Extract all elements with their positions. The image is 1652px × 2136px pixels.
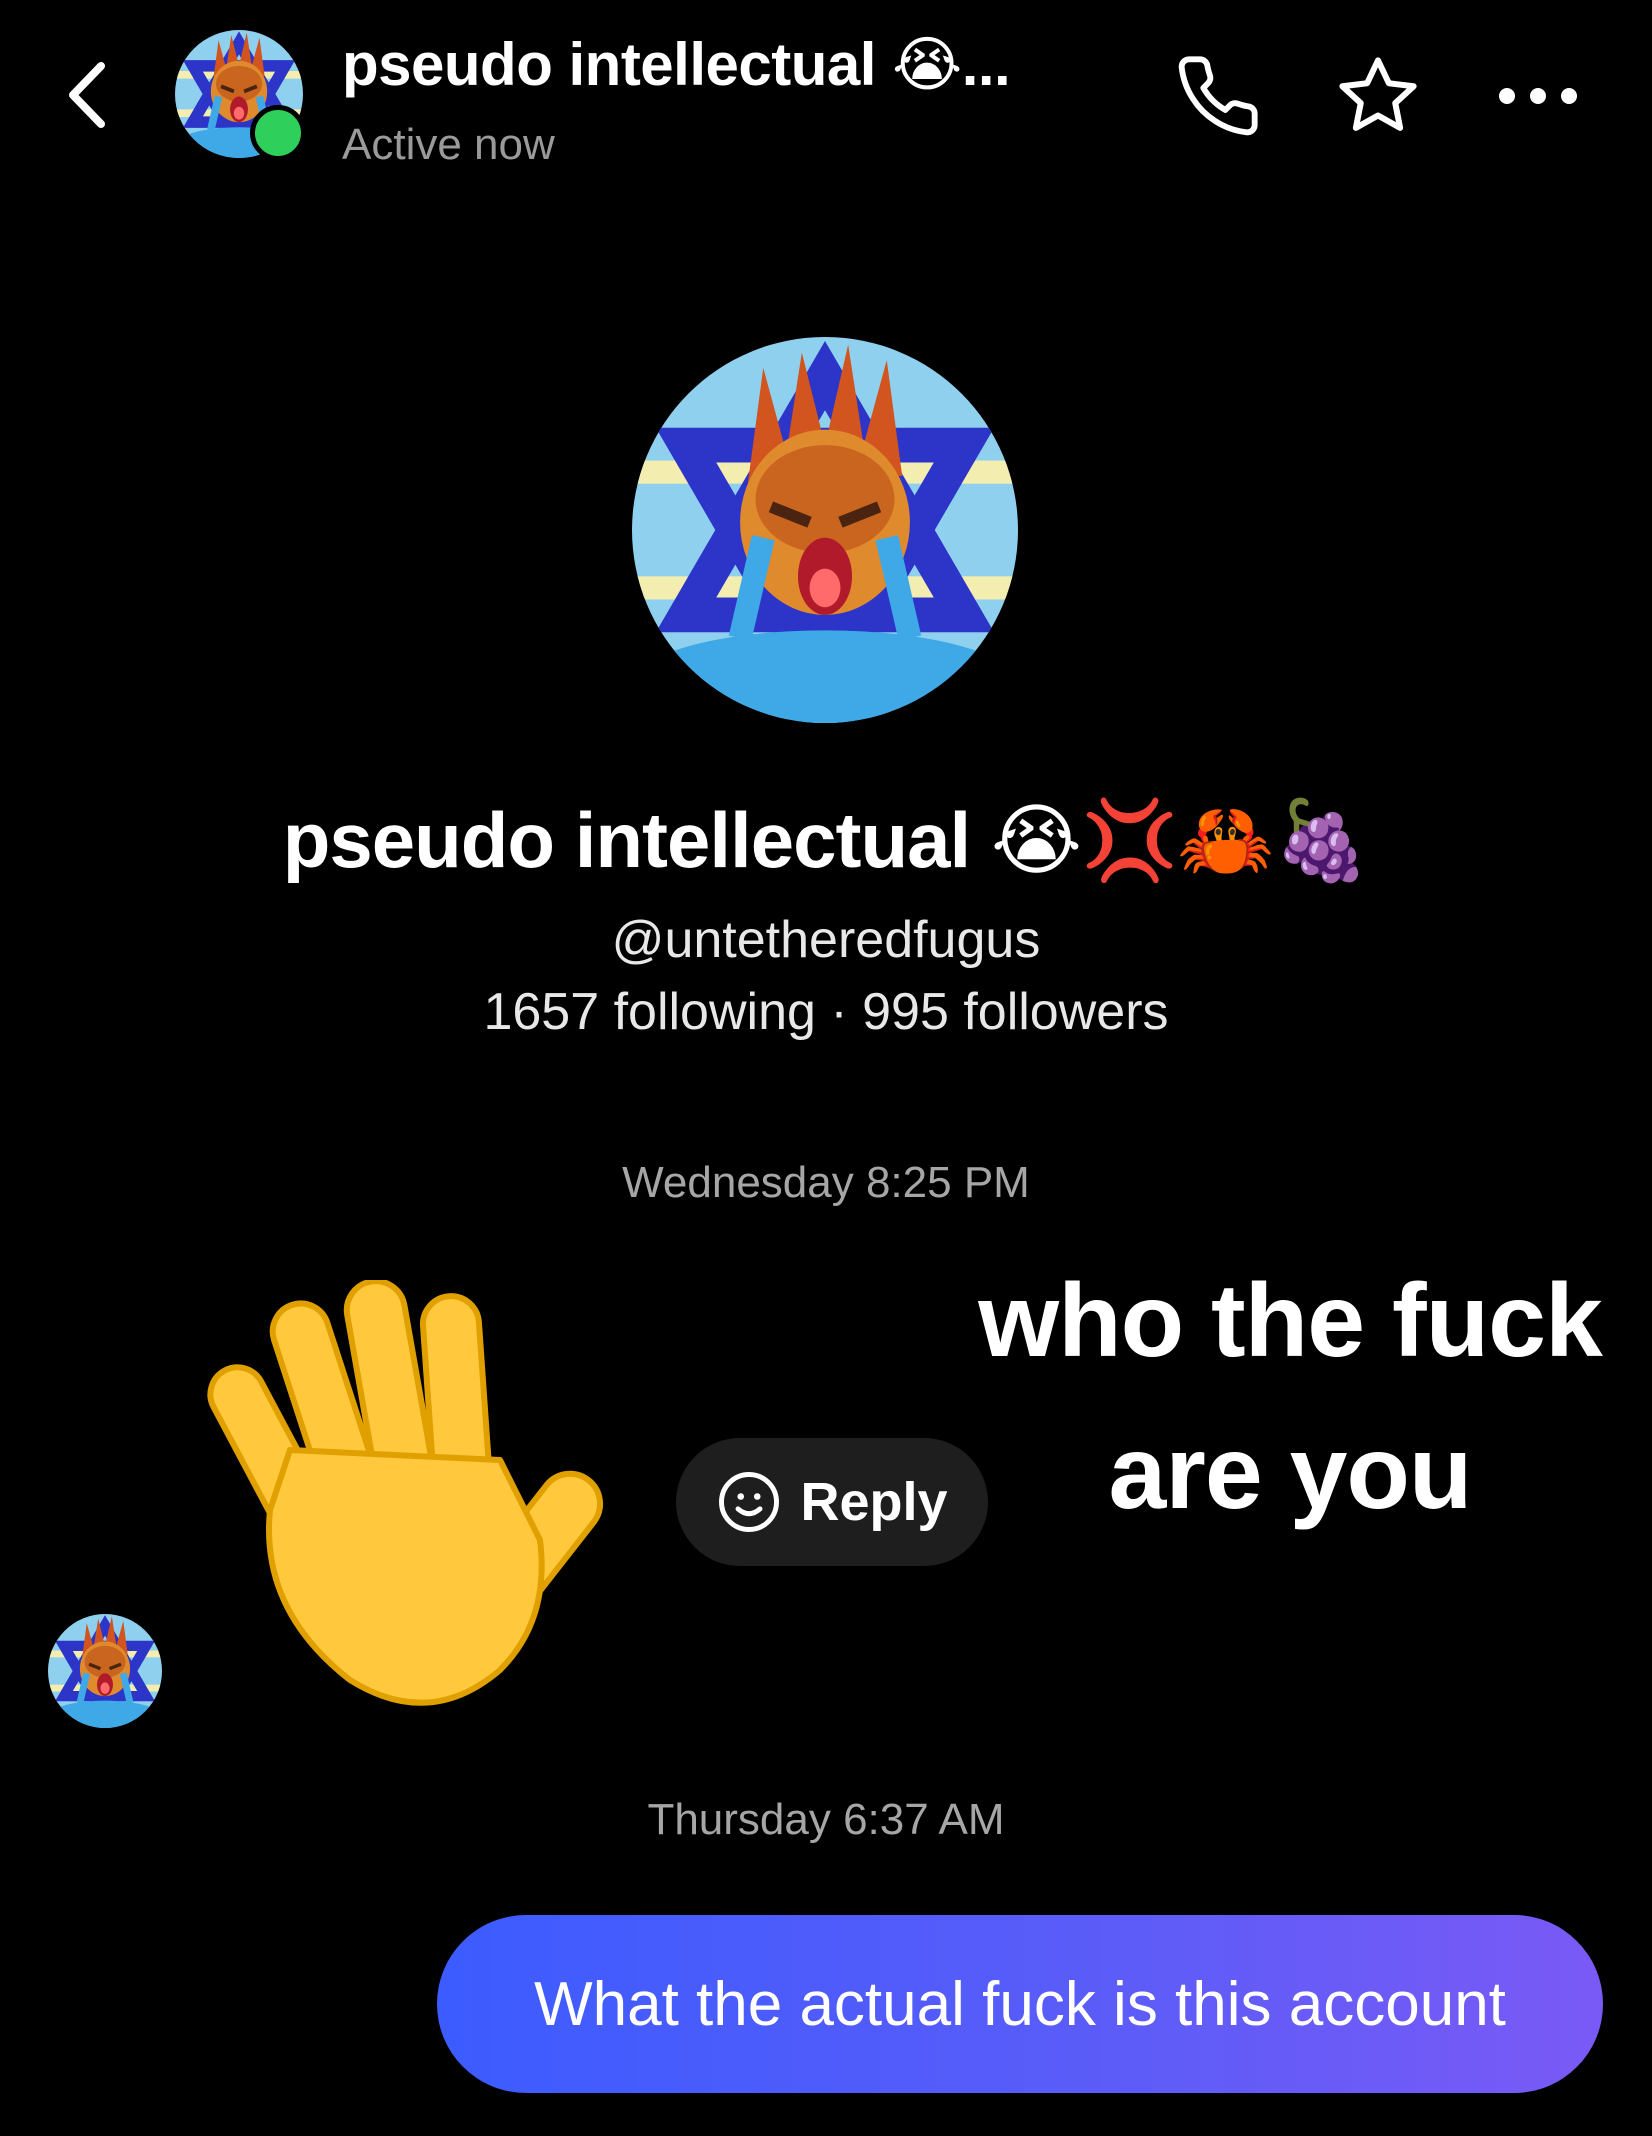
- overlay-caption: who the fuck are you: [978, 1263, 1603, 1531]
- sent-message-bubble[interactable]: What the actual fuck is this account: [437, 1915, 1603, 2093]
- message-timestamp: Wednesday 8:25 PM: [622, 1158, 1030, 1207]
- more-options-button[interactable]: [1490, 48, 1586, 144]
- sent-message-text: What the actual fuck is this account: [534, 1969, 1506, 2039]
- back-button[interactable]: [52, 50, 122, 140]
- call-button[interactable]: [1170, 48, 1266, 144]
- profile-stats: 1657 following · 995 followers: [483, 983, 1169, 1041]
- sender-avatar[interactable]: [48, 1614, 162, 1728]
- reply-label: Reply: [800, 1472, 948, 1532]
- reply-button[interactable]: Reply: [676, 1438, 988, 1566]
- online-status-dot: [250, 105, 306, 161]
- conversation-title[interactable]: pseudo intellectual 😭...: [342, 30, 1082, 100]
- profile-name: pseudo intellectual 😭💢🦀🍇: [282, 796, 1371, 884]
- profile-avatar[interactable]: [632, 337, 1018, 723]
- active-status: Active now: [342, 120, 555, 169]
- phone-icon: [1178, 56, 1258, 136]
- wave-emoji-message[interactable]: [200, 1278, 630, 1720]
- smiley-icon: [719, 1472, 780, 1532]
- message-timestamp: Thursday 6:37 AM: [647, 1795, 1005, 1844]
- more-horizontal-icon: [1499, 88, 1577, 104]
- favorite-button[interactable]: [1330, 48, 1426, 144]
- star-icon: [1339, 57, 1417, 131]
- profile-handle: @untetheredfugus: [611, 911, 1041, 969]
- chevron-left-icon: [69, 62, 105, 128]
- waving-hand-icon: [207, 1278, 604, 1706]
